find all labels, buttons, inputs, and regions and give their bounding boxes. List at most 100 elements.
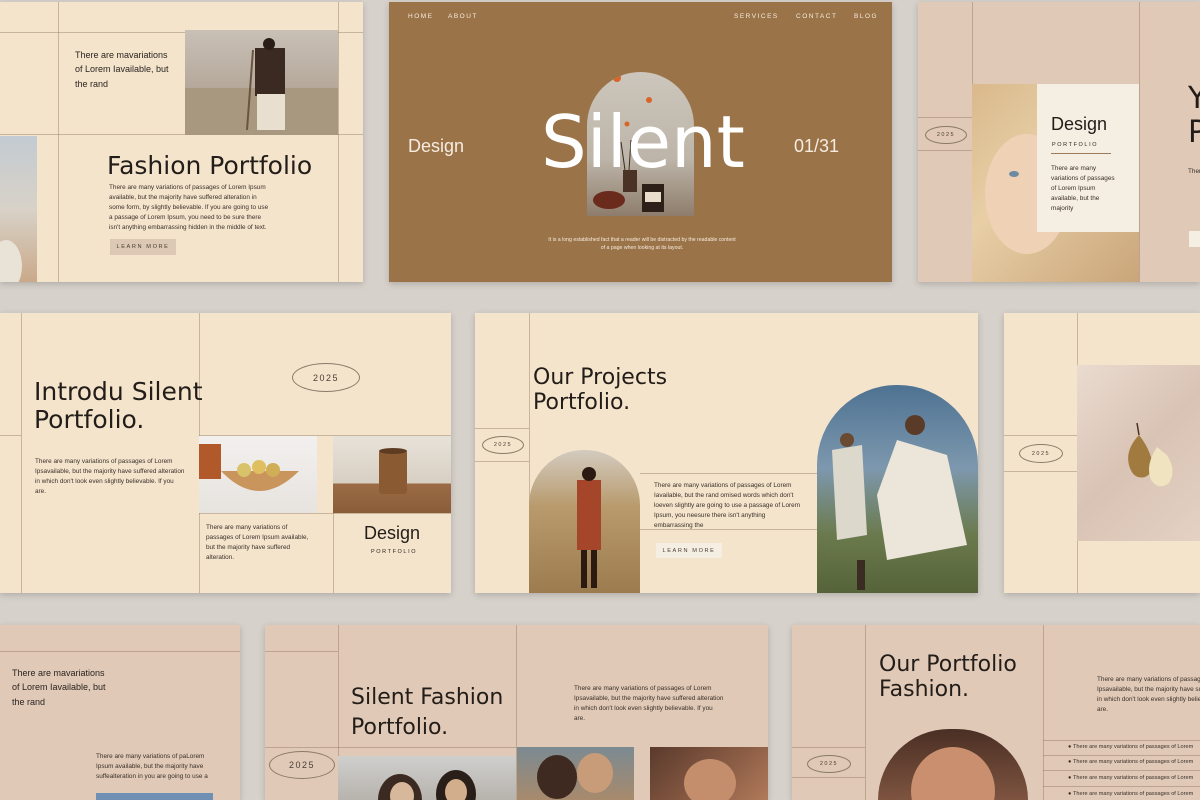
cut-body: There xyxy=(1188,168,1200,175)
pear-illustration xyxy=(1128,422,1173,487)
divider xyxy=(199,513,451,514)
divider xyxy=(475,428,529,429)
slide-body: There are many variations of passages of… xyxy=(1097,676,1200,713)
divider xyxy=(1043,625,1044,800)
divider xyxy=(1004,435,1077,436)
list-item-text: There are many variations of passages of… xyxy=(1072,775,1194,781)
divider xyxy=(475,461,529,462)
cut-title: Y P xyxy=(1188,81,1200,150)
year-badge: 2025 xyxy=(269,751,335,779)
dancers-illustration xyxy=(832,415,967,590)
slide-our-portfolio-fashion[interactable]: 2025 Our Portfolio Fashion. There are ma… xyxy=(792,625,1200,800)
nav-services[interactable]: SERVICES xyxy=(734,13,779,20)
divider xyxy=(792,747,865,748)
cover-title: Silent xyxy=(541,100,745,184)
list-item: ● There are many variations of passages … xyxy=(1068,759,1193,765)
divider xyxy=(1139,2,1140,282)
slide-title: Silent Fashion Portfolio. xyxy=(351,685,504,741)
dancing-women-photo xyxy=(817,385,978,593)
divider xyxy=(1043,740,1200,741)
divider xyxy=(865,625,866,800)
slide-title: Our Projects Portfolio. xyxy=(533,365,668,415)
slide-silent-cover[interactable]: HOME ABOUT SERVICES CONTACT BLOG Design … xyxy=(389,2,892,282)
beach-photo xyxy=(185,30,338,135)
divider xyxy=(0,435,21,436)
pears-photo xyxy=(1077,365,1200,541)
year-badge: 2025 xyxy=(1019,444,1063,463)
nav-blog[interactable]: BLOG xyxy=(854,13,878,20)
learn-more-button[interactable]: LEARN MORE xyxy=(110,239,176,255)
nav-home[interactable]: HOME xyxy=(408,13,434,20)
divider xyxy=(1043,786,1200,787)
slide-title: Our Portfolio Fashion. xyxy=(879,652,1017,702)
nav-contact[interactable]: CONTACT xyxy=(796,13,837,20)
slide-design-portrait[interactable]: 2025 Design PORTFOLIO There are many var… xyxy=(918,2,1200,282)
list-item-text: There are many variations of passages of… xyxy=(1072,759,1194,765)
cut-button[interactable] xyxy=(1189,231,1200,247)
divider xyxy=(0,651,240,652)
divider xyxy=(338,2,339,282)
divider xyxy=(21,313,22,593)
slide-rose-intro[interactable]: There are mavariations of Lorem Iavailab… xyxy=(0,625,240,800)
divider xyxy=(1051,153,1111,154)
list-item: ● There are many variations of passages … xyxy=(1068,775,1193,781)
portfolio-label: PORTFOLIO xyxy=(371,549,418,555)
divider xyxy=(333,513,334,593)
design-label: Design xyxy=(408,136,465,156)
divider xyxy=(265,747,516,748)
sky-photo xyxy=(96,793,213,800)
divider xyxy=(792,777,865,778)
intro-text: There are mavariations of Lorem Iavailab… xyxy=(75,50,169,89)
divider xyxy=(265,651,338,652)
figure-illustration xyxy=(185,38,338,135)
card-body: There are many variations of passages of… xyxy=(1051,165,1115,212)
slide-body: There are many variations of passages of… xyxy=(574,685,724,722)
divider xyxy=(918,117,972,118)
slide-body: There are many variations of paLorem Ips… xyxy=(96,753,208,780)
year-badge: 2025 xyxy=(292,363,360,392)
list-item: ● There are many variations of passages … xyxy=(1068,744,1193,750)
slide-body: There are many variations of passages of… xyxy=(35,458,185,495)
year-badge: 2025 xyxy=(482,436,524,454)
divider xyxy=(1043,770,1200,771)
slide-body: There are many variations of passages of… xyxy=(654,482,801,529)
fruit-bowl-illustration xyxy=(199,444,299,491)
arch-face-photo xyxy=(878,729,1028,800)
list-item: ● There are many variations of passages … xyxy=(1068,791,1193,797)
page-counter: 01/31 xyxy=(794,136,840,156)
slide-introdu-silent[interactable]: Introdu Silent Portfolio. 2025 There are… xyxy=(0,313,451,593)
wood-vase-photo xyxy=(333,436,451,513)
year-badge: 2025 xyxy=(925,126,967,144)
divider xyxy=(58,2,59,282)
person-illustration xyxy=(577,467,601,588)
slide-pears[interactable]: 2025 xyxy=(1004,313,1200,593)
year-badge: 2025 xyxy=(807,755,851,773)
design-label: Design xyxy=(364,523,421,543)
woman-closeup-photo xyxy=(650,747,768,800)
learn-more-button[interactable]: LEARN MORE xyxy=(656,543,722,558)
slide-title: Fashion Portfolio xyxy=(107,151,313,180)
slide-our-projects[interactable]: 2025 Our Projects Portfolio. There are m… xyxy=(475,313,978,593)
portrait-photo-left xyxy=(0,136,37,282)
divider xyxy=(918,150,972,151)
divider xyxy=(640,473,818,474)
intro-text: There are mavariations of Lorem Iavailab… xyxy=(12,668,106,707)
couple-photo-2 xyxy=(517,747,634,800)
list-item-text: There are many variations of passages of… xyxy=(1072,791,1194,797)
hay-hut-photo xyxy=(529,450,640,593)
divider xyxy=(1043,755,1200,756)
couple-photo xyxy=(338,756,516,800)
nav-about[interactable]: ABOUT xyxy=(448,13,478,20)
slide-body: There are many variations of passages of… xyxy=(109,184,269,231)
design-card: Design PORTFOLIO There are many variatio… xyxy=(1037,84,1139,232)
card-sub: PORTFOLIO xyxy=(1052,142,1099,148)
slide-silent-fashion[interactable]: Silent Fashion Portfolio. 2025 There are… xyxy=(265,625,768,800)
slide-title: Introdu Silent Portfolio. xyxy=(34,377,203,434)
cover-caption: It is a long established fact that a rea… xyxy=(548,237,736,252)
divider xyxy=(1004,471,1077,472)
fruit-bowl-photo xyxy=(199,436,317,513)
list-item-text: There are many variations of passages of… xyxy=(1072,744,1194,750)
slide-fashion-portfolio[interactable]: There are mavariations of Lorem Iavailab… xyxy=(0,2,363,282)
card-title: Design xyxy=(1051,114,1108,134)
slide-body-2: There are many variations of passages of… xyxy=(206,524,309,561)
